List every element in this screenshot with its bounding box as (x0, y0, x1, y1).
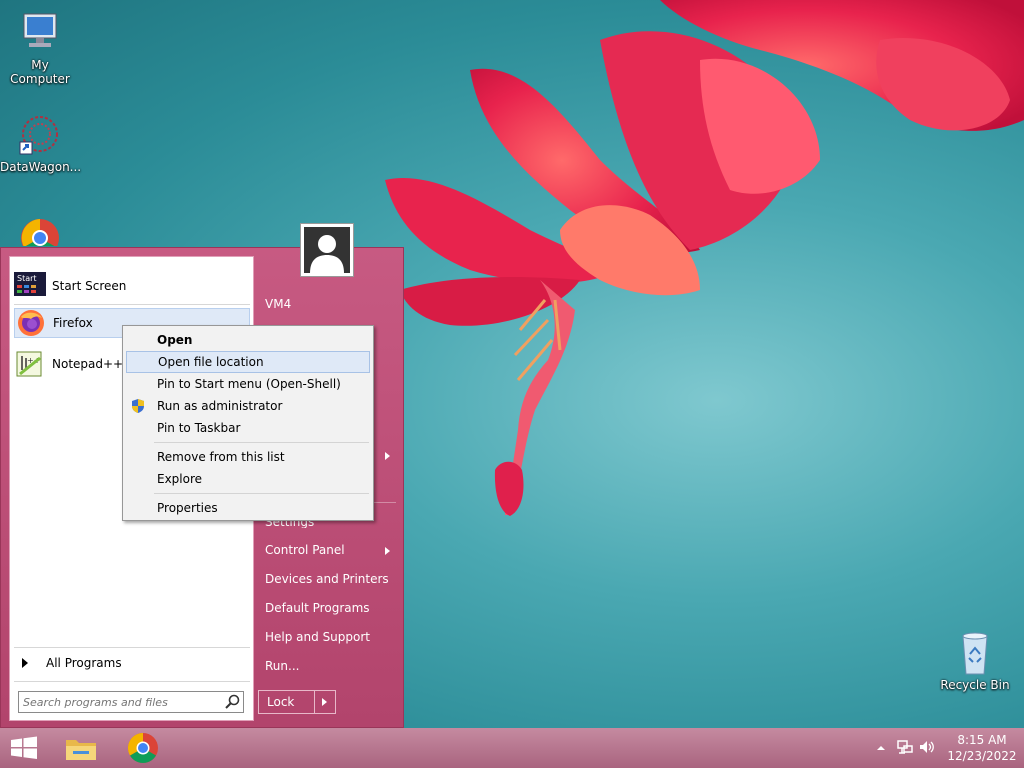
desktop-icon-label: My Computer (10, 58, 70, 86)
program-label: Notepad++ (52, 357, 124, 371)
search-icon[interactable] (223, 692, 243, 712)
start-devices-printers[interactable]: Devices and Printers (265, 572, 389, 586)
user-icon (304, 227, 350, 273)
divider (14, 681, 250, 682)
divider (14, 647, 250, 648)
desktop-icon-datawagon[interactable]: DataWagon... (0, 112, 82, 174)
start-run[interactable]: Run... (265, 659, 299, 673)
lock-options-button[interactable] (314, 691, 335, 713)
firefox-icon (15, 309, 47, 337)
show-hidden-icons-icon[interactable] (874, 741, 888, 755)
ctx-label: Run as administrator (157, 399, 283, 413)
shield-icon (132, 399, 144, 413)
clock[interactable]: 8:15 AM 12/23/2022 (940, 732, 1024, 764)
file-explorer-button[interactable] (61, 731, 101, 765)
divider (14, 304, 250, 305)
datawagon-icon (16, 112, 64, 158)
ctx-pin-taskbar[interactable]: Pin to Taskbar (126, 417, 370, 439)
all-programs-label: All Programs (46, 656, 122, 670)
desktop-icon-label: DataWagon... (0, 160, 82, 174)
divider (154, 493, 369, 494)
desktop-icon-chrome[interactable] (0, 212, 80, 246)
svg-text:Start: Start (17, 274, 37, 283)
program-start-screen[interactable]: Start Start Screen (14, 271, 250, 301)
chrome-icon (127, 733, 158, 764)
start-default-programs[interactable]: Default Programs (265, 601, 370, 615)
start-control-panel[interactable]: Control Panel (265, 543, 345, 557)
user-avatar[interactable] (300, 223, 354, 277)
submenu-arrow-icon (385, 547, 390, 555)
lock-button[interactable]: Lock (258, 690, 336, 714)
all-programs[interactable]: All Programs (16, 653, 122, 673)
taskbar: 8:15 AM 12/23/2022 (0, 728, 1024, 768)
folder-icon (66, 740, 96, 760)
ctx-properties[interactable]: Properties (126, 497, 370, 519)
volume-icon[interactable] (918, 739, 936, 758)
ctx-pin-start-menu[interactable]: Pin to Start menu (Open-Shell) (126, 373, 370, 395)
ctx-open[interactable]: Open (126, 329, 370, 351)
divider (154, 442, 369, 443)
context-menu: Open Open file location Pin to Start men… (122, 325, 374, 521)
system-tray (874, 728, 936, 768)
search-input[interactable] (19, 695, 223, 709)
start-user-vm4[interactable]: VM4 (265, 297, 291, 311)
recycle-bin-icon (951, 630, 999, 676)
search-box (18, 691, 244, 713)
start-help-support[interactable]: Help and Support (265, 630, 370, 644)
desktop-icon-label: Recycle Bin (940, 678, 1010, 692)
windows-logo-icon (11, 736, 37, 759)
program-label: Start Screen (52, 279, 127, 293)
start-button[interactable] (4, 731, 44, 765)
chrome-taskbar-button[interactable] (123, 731, 163, 765)
program-label: Firefox (53, 316, 93, 330)
chrome-icon (16, 212, 64, 246)
desktop-icon-my-computer[interactable]: My Computer (0, 10, 80, 86)
submenu-arrow-icon (385, 452, 390, 460)
computer-icon (16, 10, 64, 56)
network-icon[interactable] (896, 739, 914, 758)
start-screen-icon: Start (14, 272, 46, 300)
notepad-plus-icon: ++ (14, 350, 46, 378)
ctx-explore[interactable]: Explore (126, 468, 370, 490)
lock-label: Lock (267, 695, 295, 709)
ctx-run-as-admin[interactable]: Run as administrator (126, 395, 370, 417)
ctx-remove-from-list[interactable]: Remove from this list (126, 446, 370, 468)
ctx-open-file-location[interactable]: Open file location (126, 351, 370, 373)
desktop-icon-recycle-bin[interactable]: Recycle Bin (935, 630, 1015, 692)
clock-time: 8:15 AM (957, 733, 1007, 747)
triangle-right-icon (22, 658, 28, 668)
clock-date: 12/23/2022 (947, 749, 1017, 763)
